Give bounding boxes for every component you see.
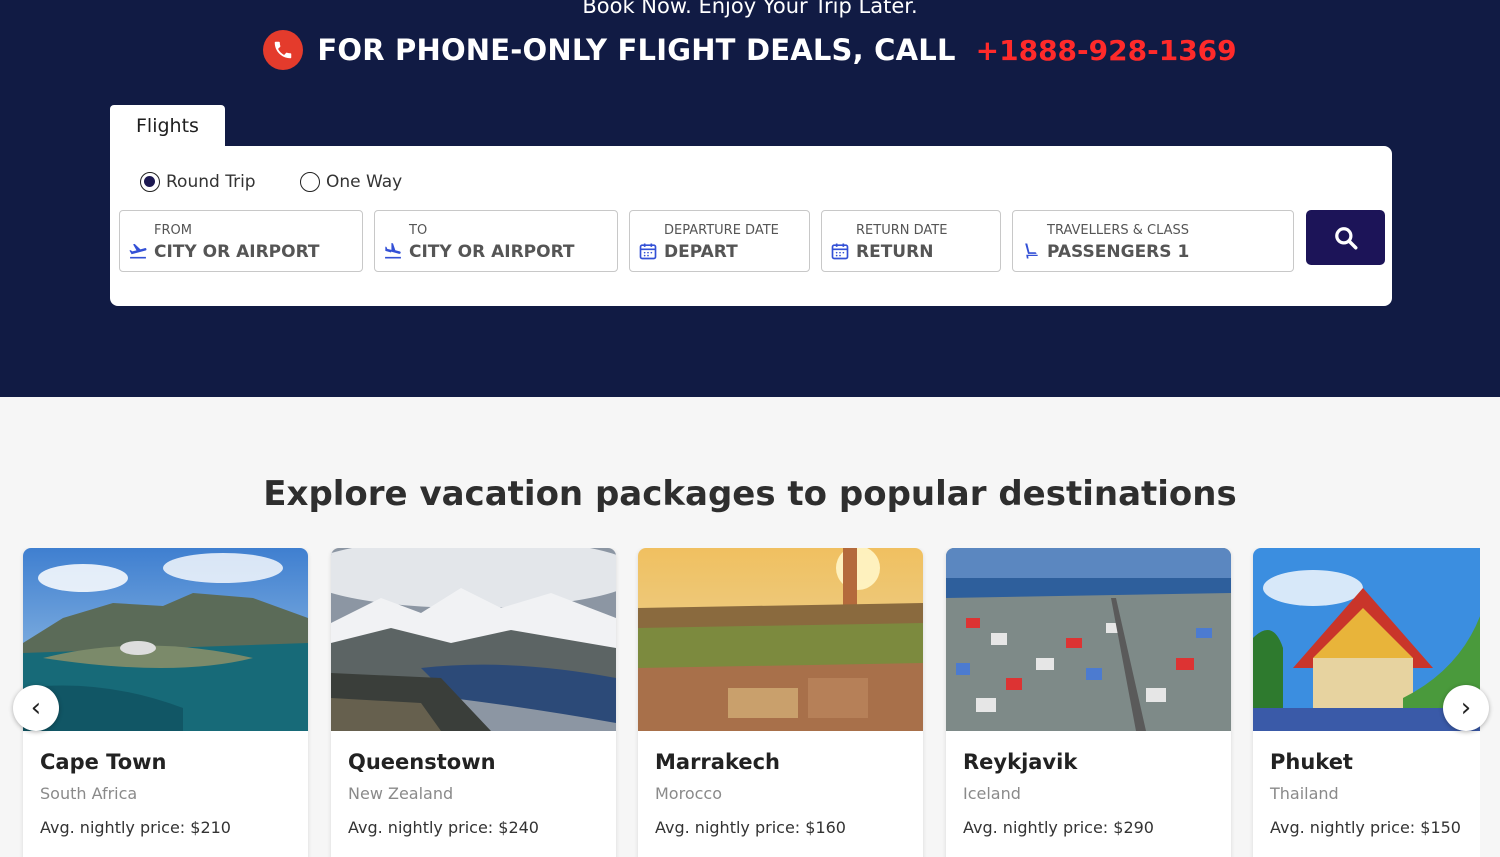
destination-price: Avg. nightly price: $240	[348, 818, 539, 837]
one-way-label: One Way	[326, 172, 403, 192]
destination-image	[331, 548, 616, 731]
calendar-icon	[639, 243, 657, 260]
phone-deals-row: FOR PHONE-ONLY FLIGHT DEALS, CALL +1888-…	[0, 30, 1500, 70]
destination-image	[23, 548, 308, 731]
from-field[interactable]: FROM CITY OR AIRPORT	[119, 210, 363, 272]
travellers-class-field[interactable]: TRAVELLERS & CLASS PASSENGERS 1	[1012, 210, 1294, 272]
section-title: Explore vacation packages to popular des…	[263, 474, 1237, 514]
radio-button-selected[interactable]	[140, 172, 160, 192]
destination-country: New Zealand	[348, 784, 454, 803]
search-button[interactable]	[1306, 210, 1385, 265]
destination-country: Iceland	[963, 784, 1021, 803]
round-trip-label: Round Trip	[166, 172, 256, 192]
to-label: TO	[409, 223, 428, 238]
plane-takeoff-icon	[129, 243, 147, 259]
destination-name: Phuket	[1270, 750, 1353, 774]
destination-price: Avg. nightly price: $150	[1270, 818, 1461, 837]
destination-country: Thailand	[1270, 784, 1339, 803]
destination-card-queenstown[interactable]: Queenstown New Zealand Avg. nightly pric…	[331, 548, 616, 857]
destination-image	[638, 548, 923, 731]
chevron-right-icon: ›	[1460, 693, 1472, 723]
destination-name: Reykjavik	[963, 750, 1078, 774]
hero-tagline: Book Now. Enjoy Your Trip Later.	[582, 0, 918, 18]
destination-image	[946, 548, 1231, 731]
hero-banner: Book Now. Enjoy Your Trip Later. FOR PHO…	[0, 0, 1500, 397]
destination-name: Marrakech	[655, 750, 780, 774]
destination-country: Morocco	[655, 784, 722, 803]
calendar-icon	[831, 243, 849, 260]
destination-name: Queenstown	[348, 750, 496, 774]
seat-icon	[1025, 243, 1038, 259]
return-date-field[interactable]: RETURN DATE RETURN	[821, 210, 1001, 272]
chevron-left-icon: ‹	[30, 693, 42, 723]
phone-number-link[interactable]: +1888-928-1369	[976, 34, 1237, 67]
destination-card-cape-town[interactable]: Cape Town South Africa Avg. nightly pric…	[23, 548, 308, 857]
departure-date-label: DEPARTURE DATE	[664, 223, 779, 238]
return-date-value: RETURN	[856, 242, 934, 262]
tab-flights[interactable]: Flights	[110, 105, 225, 147]
from-label: FROM	[154, 223, 192, 238]
destination-card-marrakech[interactable]: Marrakech Morocco Avg. nightly price: $1…	[638, 548, 923, 857]
to-value: CITY OR AIRPORT	[409, 242, 575, 262]
flight-search-panel: Round Trip One Way FROM CITY OR AIRPORT …	[110, 146, 1392, 306]
phone-icon	[263, 30, 304, 70]
travellers-class-label: TRAVELLERS & CLASS	[1047, 223, 1190, 238]
one-way-radio[interactable]: One Way	[300, 172, 402, 192]
departure-date-field[interactable]: DEPARTURE DATE DEPART	[629, 210, 810, 272]
destination-price: Avg. nightly price: $160	[655, 818, 846, 837]
destination-card-reykjavik[interactable]: Reykjavik Iceland Avg. nightly price: $2…	[946, 548, 1231, 857]
travellers-class-value: PASSENGERS 1	[1047, 242, 1190, 262]
destinations-carousel: Cape Town South Africa Avg. nightly pric…	[0, 548, 1480, 857]
carousel-next-button[interactable]: ›	[1443, 685, 1489, 731]
plane-landing-icon	[385, 243, 401, 259]
return-date-label: RETURN DATE	[856, 223, 948, 238]
phone-deals-text: FOR PHONE-ONLY FLIGHT DEALS, CALL	[317, 33, 956, 67]
destination-country: South Africa	[40, 784, 138, 803]
from-value: CITY OR AIRPORT	[154, 242, 320, 262]
destination-name: Cape Town	[40, 750, 167, 774]
destination-price: Avg. nightly price: $290	[963, 818, 1154, 837]
to-field[interactable]: TO CITY OR AIRPORT	[374, 210, 618, 272]
destination-price: Avg. nightly price: $210	[40, 818, 231, 837]
carousel-prev-button[interactable]: ‹	[13, 685, 59, 731]
radio-button[interactable]	[300, 172, 320, 192]
round-trip-radio[interactable]: Round Trip	[140, 172, 256, 192]
departure-date-value: DEPART	[664, 242, 738, 262]
search-icon	[1334, 226, 1357, 249]
